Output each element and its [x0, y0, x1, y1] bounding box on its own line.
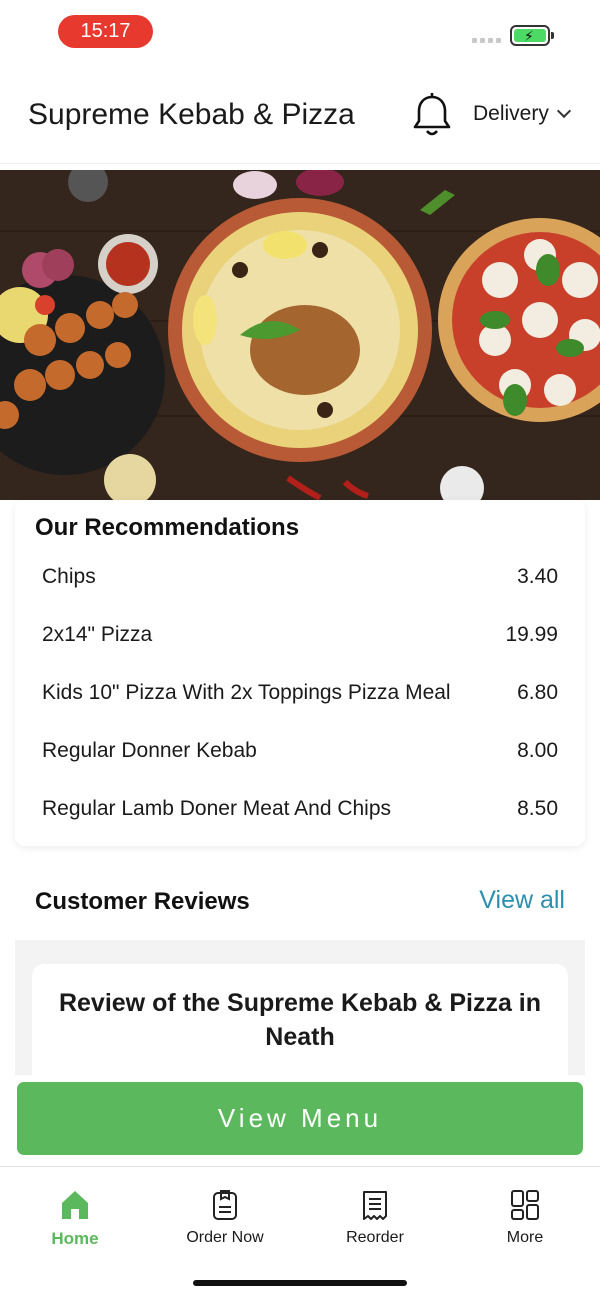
list-item[interactable]: Chips 3.40: [42, 562, 558, 592]
chevron-down-icon: [556, 103, 571, 119]
hero-food-image: [0, 170, 600, 500]
tab-label: Home: [51, 1229, 99, 1248]
item-name: Regular Donner Kebab: [42, 739, 257, 762]
item-price: 3.40: [517, 565, 558, 588]
tab-reorder[interactable]: Reorder: [315, 1189, 435, 1247]
item-name: Regular Lamb Doner Meat And Chips: [42, 797, 392, 820]
delivery-selector[interactable]: Delivery: [473, 102, 571, 126]
battery-icon: ⚡: [510, 25, 554, 46]
reviews-header: Customer Reviews View all: [15, 862, 585, 940]
restaurant-name: Supreme Kebab & Pizza: [28, 98, 355, 131]
tab-order-now[interactable]: Order Now: [165, 1189, 285, 1247]
list-item[interactable]: Kids 10" Pizza With 2x Toppings Pizza Me…: [42, 678, 558, 708]
signal-icon: [472, 38, 501, 43]
recommendations-title: Our Recommendations: [35, 514, 300, 541]
tab-more[interactable]: More: [465, 1189, 585, 1247]
app-header: Supreme Kebab & Pizza Delivery: [0, 62, 600, 164]
grid-icon: [511, 1190, 539, 1220]
item-price: 19.99: [505, 623, 558, 646]
item-name: Kids 10" Pizza With 2x Toppings Pizza Me…: [42, 681, 451, 704]
list-item[interactable]: Regular Lamb Doner Meat And Chips 8.50: [42, 794, 558, 824]
reviews-title: Customer Reviews: [35, 888, 250, 915]
item-price: 6.80: [517, 681, 558, 704]
recommendations-card: Our Recommendations Chips 3.40 2x14" Piz…: [15, 500, 585, 846]
order-icon: [213, 1190, 237, 1220]
delivery-label: Delivery: [473, 102, 549, 125]
list-item[interactable]: 2x14" Pizza 19.99: [42, 620, 558, 650]
item-price: 8.00: [517, 739, 558, 762]
status-time: 15:17: [58, 15, 153, 48]
status-bar: 15:17 ⚡: [0, 0, 600, 62]
review-heading: Review of the Supreme Kebab & Pizza in N…: [58, 989, 542, 1051]
review-card[interactable]: Review of the Supreme Kebab & Pizza in N…: [32, 964, 568, 1075]
bell-icon[interactable]: [410, 91, 454, 139]
home-icon: [62, 1191, 88, 1219]
list-item[interactable]: Regular Donner Kebab 8.00: [42, 736, 558, 766]
view-all-link[interactable]: View all: [479, 886, 565, 915]
tab-label: More: [506, 1229, 544, 1246]
view-menu-button[interactable]: View Menu: [17, 1082, 583, 1155]
receipt-icon: [363, 1191, 387, 1220]
tab-label: Reorder: [346, 1229, 404, 1246]
tab-label: Order Now: [186, 1229, 264, 1246]
item-name: Chips: [42, 565, 96, 588]
bottom-tab-bar: Home Order Now Reorder More: [0, 1166, 600, 1298]
item-price: 8.50: [517, 797, 558, 820]
tab-home[interactable]: Home: [15, 1189, 135, 1249]
item-name: 2x14" Pizza: [42, 623, 153, 646]
home-indicator: [193, 1280, 407, 1286]
